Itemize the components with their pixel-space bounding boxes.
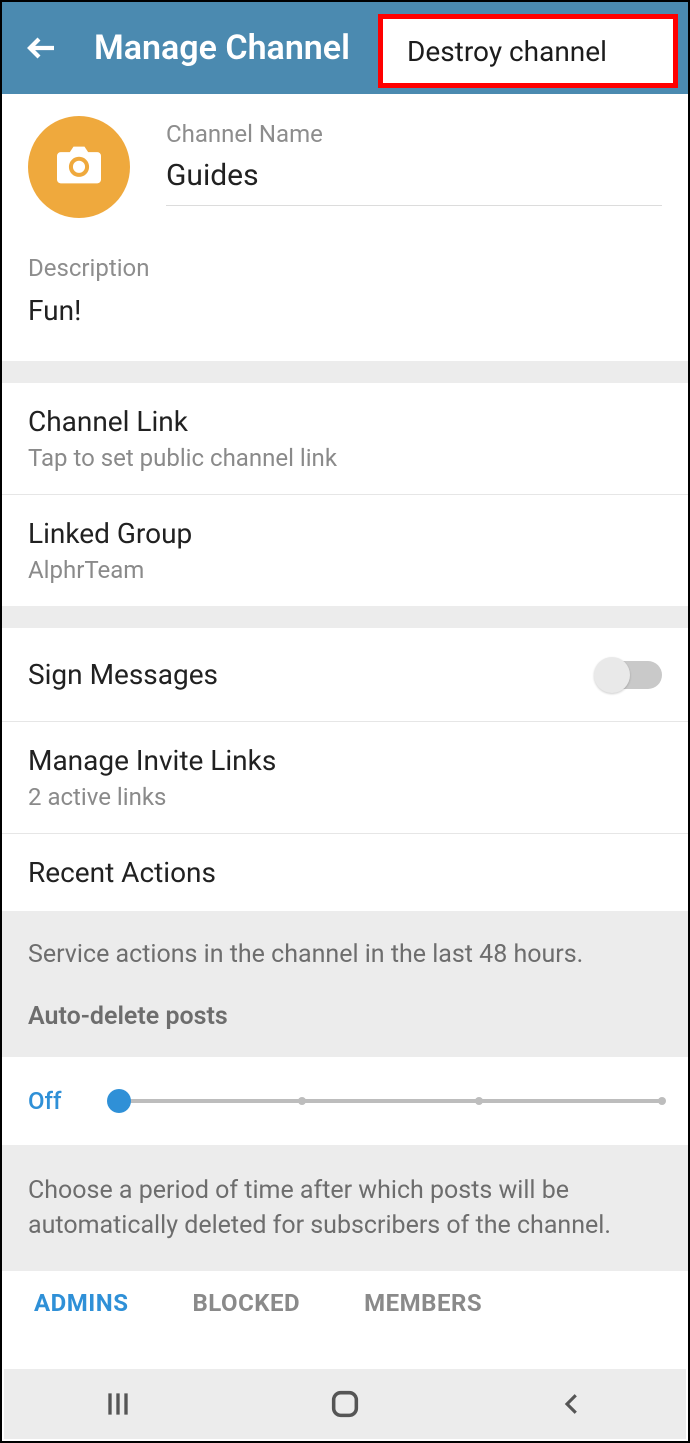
tab-blocked[interactable]: BLOCKED (160, 1289, 332, 1317)
tab-admins[interactable]: ADMINS (2, 1289, 160, 1317)
recent-actions-title: Recent Actions (28, 856, 662, 889)
channel-photo-button[interactable] (28, 116, 130, 218)
destroy-channel-button[interactable]: Destroy channel (378, 14, 678, 88)
destroy-channel-label: Destroy channel (407, 35, 607, 68)
recent-actions-row[interactable]: Recent Actions (2, 834, 688, 911)
invite-links-title: Manage Invite Links (28, 744, 662, 777)
recents-button[interactable] (93, 1379, 143, 1429)
channel-name-input[interactable]: Guides (166, 158, 662, 193)
auto-delete-slider[interactable] (108, 1099, 662, 1103)
system-navbar (4, 1369, 686, 1439)
back-system-button[interactable] (547, 1379, 597, 1429)
auto-delete-info: Choose a period of time after which post… (28, 1173, 662, 1243)
channel-link-sub: Tap to set public channel link (28, 444, 662, 472)
sign-messages-row[interactable]: Sign Messages (2, 628, 688, 722)
member-tabs: ADMINS BLOCKED MEMBERS (2, 1271, 688, 1335)
auto-delete-heading: Auto-delete posts (28, 1002, 662, 1031)
linked-group-sub: AlphrTeam (28, 556, 662, 584)
header: Manage Channel Destroy channel (2, 2, 688, 94)
channel-link-title: Channel Link (28, 405, 662, 438)
linked-group-title: Linked Group (28, 517, 662, 550)
description-input[interactable]: Fun! (28, 294, 662, 327)
back-button[interactable] (24, 30, 60, 66)
invite-links-row[interactable]: Manage Invite Links 2 active links (2, 722, 688, 834)
invite-links-sub: 2 active links (28, 783, 662, 811)
linked-group-row[interactable]: Linked Group AlphrTeam (2, 495, 688, 606)
auto-delete-slider-row: Off (2, 1057, 688, 1145)
channel-name-label: Channel Name (166, 120, 662, 148)
page-title: Manage Channel (94, 28, 350, 68)
channel-link-row[interactable]: Channel Link Tap to set public channel l… (2, 383, 688, 495)
home-button[interactable] (320, 1379, 370, 1429)
description-label: Description (28, 254, 662, 282)
service-info-text: Service actions in the channel in the la… (28, 937, 662, 972)
auto-delete-value: Off (28, 1087, 78, 1115)
sign-messages-title: Sign Messages (28, 658, 218, 691)
tab-members[interactable]: MEMBERS (332, 1289, 514, 1317)
sign-messages-toggle[interactable] (596, 661, 662, 689)
camera-icon (57, 145, 101, 189)
